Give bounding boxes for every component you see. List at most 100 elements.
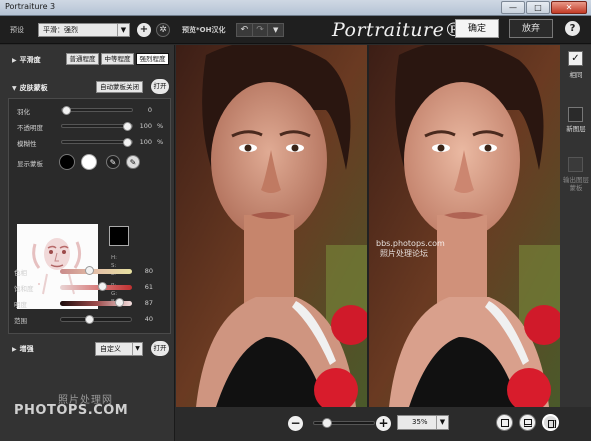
- output-mask-checkbox[interactable]: [568, 157, 583, 172]
- hsl-h-label: H:: [111, 255, 117, 261]
- eyedropper-plus-button[interactable]: ✎: [126, 155, 140, 169]
- history-dropdown-icon[interactable]: ▼: [268, 24, 283, 36]
- help-button[interactable]: ?: [565, 21, 580, 36]
- close-button[interactable]: ✕: [551, 1, 587, 14]
- chevron-down-icon: ▼: [117, 24, 129, 36]
- chevron-down-icon: ▼: [436, 416, 448, 429]
- single-view-icon: [501, 419, 509, 427]
- fuzziness-unit: %: [157, 138, 164, 146]
- output-mask-label: 输出图层蒙板: [563, 176, 589, 192]
- preview-area[interactable]: bbs.photops.com 照片处理论坛: [176, 45, 560, 407]
- preview-watermark-url: bbs.photops.com: [376, 239, 445, 248]
- plus-icon: +: [139, 24, 149, 35]
- ok-button[interactable]: 确定: [455, 19, 499, 38]
- fuzziness-label: 模糊性: [17, 140, 37, 148]
- hue-label: 色相: [14, 269, 27, 277]
- hue-value: 80: [144, 267, 153, 275]
- new-layer-checkbox[interactable]: [568, 107, 583, 122]
- cancel-button[interactable]: 放弃: [509, 19, 553, 38]
- rgb-g-label: G:: [111, 291, 118, 297]
- opacity-value: 100: [139, 122, 152, 130]
- feather-knob[interactable]: [62, 106, 71, 115]
- fuzziness-knob[interactable]: [123, 138, 132, 147]
- feather-label: 羽化: [17, 108, 30, 116]
- new-layer-label: 新图层: [566, 125, 586, 133]
- enhance-select[interactable]: 自定义 ▼: [95, 342, 143, 356]
- collapse-triangle-icon: ▼: [12, 85, 17, 92]
- feather-value: 0: [147, 106, 152, 114]
- hue-slider[interactable]: [60, 266, 132, 275]
- opacity-knob[interactable]: [123, 122, 132, 131]
- white-mask-swatch[interactable]: [81, 154, 97, 170]
- single-view-button[interactable]: [496, 414, 513, 431]
- redo-icon[interactable]: ↷: [253, 24, 269, 36]
- lightness-label: 明度: [14, 301, 27, 309]
- settings-button[interactable]: ✲: [156, 23, 170, 37]
- auto-mask-button[interactable]: 自动蒙板关闭: [96, 81, 143, 93]
- enhance-open-button[interactable]: 打开: [151, 341, 169, 356]
- eyedropper-plus-icon: ✎: [129, 158, 137, 167]
- output-panel: ✓ 相同 新图层 输出图层蒙板: [560, 45, 591, 407]
- title-bar: Portraiture 3 — □ ✕: [0, 0, 591, 16]
- preview-watermark-cn: 照片处理论坛: [380, 249, 428, 258]
- portrait-retouched-image: [369, 45, 560, 407]
- expand-triangle-icon: ▶: [12, 57, 17, 64]
- zoom-out-button[interactable]: −: [288, 416, 303, 431]
- portrait-original-image: [176, 45, 367, 407]
- saturation-knob[interactable]: [98, 282, 107, 291]
- settings-panel: ▶ 平滑度 普通程度 中等程度 强烈程度 ▼ 皮肤蒙板 自动蒙板关闭 打开 羽化 0…: [0, 45, 175, 441]
- split-horizontal-icon: [524, 419, 532, 427]
- retouched-preview[interactable]: [369, 45, 560, 407]
- saturation-value: 61: [144, 283, 153, 291]
- top-toolbar: 预设 平滑：强烈 ▼ + ✲ 预览*OH汉化 ↶ ↷ ▼ Portraiture…: [0, 16, 591, 44]
- smoothing-strong-button[interactable]: 强烈程度: [136, 53, 169, 65]
- black-mask-swatch[interactable]: [59, 154, 75, 170]
- lightness-value: 87: [144, 299, 153, 307]
- split-horizontal-button[interactable]: [519, 414, 536, 431]
- zoom-in-button[interactable]: +: [376, 416, 391, 431]
- lightness-knob[interactable]: [115, 298, 124, 307]
- expand-triangle-icon: ▶: [12, 346, 17, 353]
- undo-icon[interactable]: ↶: [237, 24, 253, 36]
- opacity-slider[interactable]: [61, 122, 133, 131]
- fuzziness-value: 100: [139, 138, 152, 146]
- saturation-slider[interactable]: [60, 282, 132, 291]
- maximize-button[interactable]: □: [526, 1, 550, 14]
- same-layer-checkbox[interactable]: ✓: [568, 51, 583, 66]
- smoothing-medium-button[interactable]: 中等程度: [101, 53, 134, 65]
- feather-slider[interactable]: [61, 106, 133, 115]
- preview-label: 预览*OH汉化: [182, 26, 226, 34]
- same-layer-label: 相同: [569, 71, 583, 79]
- preset-select[interactable]: 平滑：强烈 ▼: [38, 23, 130, 37]
- opacity-label: 不透明度: [17, 124, 43, 132]
- zoom-slider[interactable]: [313, 418, 375, 428]
- hue-knob[interactable]: [85, 266, 94, 275]
- skin-mask-header[interactable]: ▼ 皮肤蒙板: [12, 83, 48, 93]
- window-controls: — □ ✕: [501, 1, 587, 14]
- enhance-header[interactable]: ▶ 增强: [12, 344, 34, 354]
- watermark-text-en: PHOTOPS.COM: [14, 403, 129, 418]
- split-vertical-icon: [548, 420, 556, 428]
- checkmark-icon: ✓: [571, 53, 580, 64]
- range-slider[interactable]: [60, 315, 132, 324]
- range-label: 范围: [14, 317, 27, 325]
- smoothing-header[interactable]: ▶ 平滑度: [12, 55, 41, 65]
- split-vertical-button[interactable]: [542, 414, 559, 431]
- zoom-knob[interactable]: [322, 418, 332, 428]
- preset-value: 平滑：强烈: [43, 26, 78, 34]
- mask-color-sample[interactable]: [109, 226, 129, 246]
- zoom-select[interactable]: 35% ▼: [397, 415, 449, 430]
- range-knob[interactable]: [85, 315, 94, 324]
- fuzziness-slider[interactable]: [61, 138, 133, 147]
- smoothing-normal-button[interactable]: 普通程度: [66, 53, 99, 65]
- skin-mask-open-button[interactable]: 打开: [151, 79, 169, 94]
- preset-label: 预设: [10, 26, 24, 34]
- add-preset-button[interactable]: +: [137, 23, 151, 37]
- minimize-button[interactable]: —: [501, 1, 525, 14]
- eyedropper-button[interactable]: ✎: [106, 155, 120, 169]
- range-value: 40: [144, 315, 153, 323]
- lightness-slider[interactable]: [60, 298, 132, 307]
- original-preview[interactable]: [176, 45, 367, 407]
- zoom-bar: − + 35% ▼: [176, 407, 591, 441]
- saturation-label: 饱和度: [14, 285, 34, 293]
